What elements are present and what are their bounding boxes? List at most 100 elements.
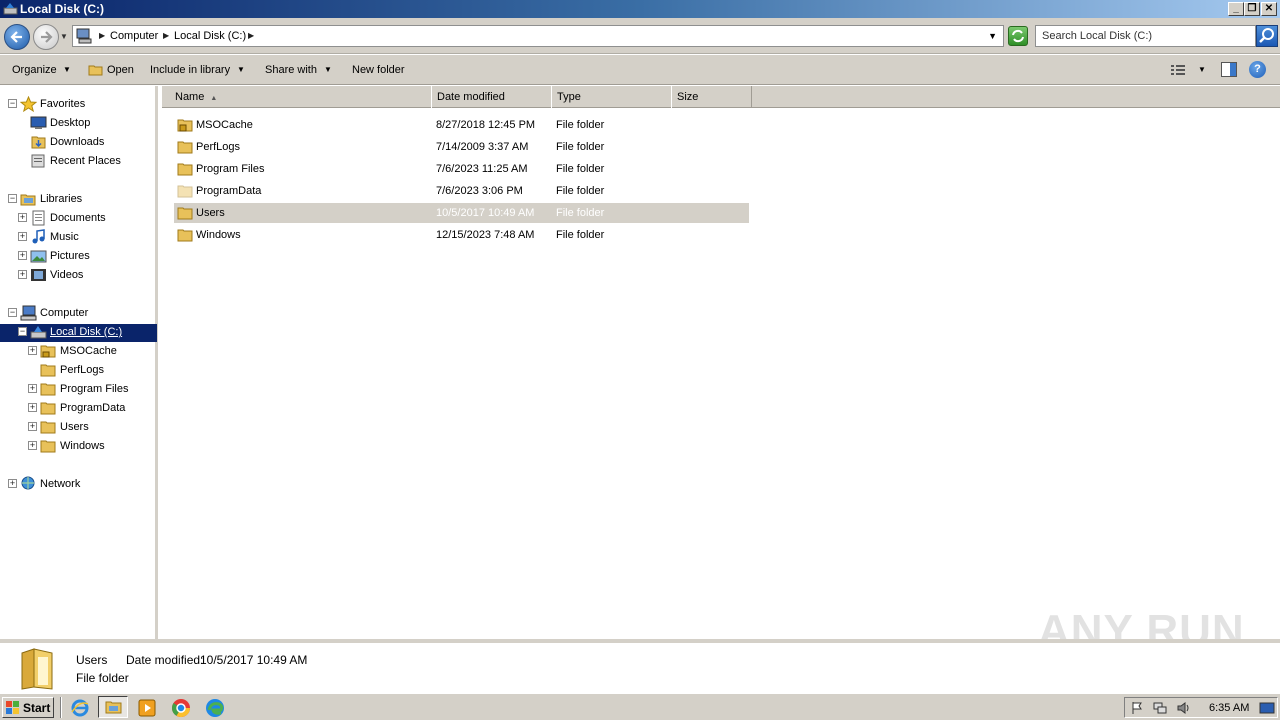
address-field[interactable]: ▶ Computer ▶ Local Disk (C:) ▶ ▼ bbox=[72, 25, 1004, 47]
chevron-down-icon[interactable]: ▼ bbox=[237, 65, 245, 74]
start-button[interactable]: Start bbox=[2, 697, 54, 718]
nav-videos[interactable]: + Videos bbox=[0, 267, 155, 285]
crumb-arrow-icon[interactable]: ▶ bbox=[248, 31, 254, 40]
column-header-size[interactable]: Size bbox=[671, 86, 752, 108]
collapse-icon[interactable]: − bbox=[8, 99, 17, 108]
breadcrumb-local-disk[interactable]: Local Disk (C:) bbox=[174, 30, 246, 42]
chrome-icon[interactable] bbox=[171, 698, 191, 718]
nav-folder-program-files[interactable]: + Program Files bbox=[0, 381, 155, 399]
nav-local-disk[interactable]: − Local Disk (C:) bbox=[0, 324, 157, 342]
collapse-icon[interactable]: − bbox=[18, 327, 27, 336]
taskbar: Start 6:35 AM bbox=[0, 693, 1280, 720]
file-type: File folder bbox=[556, 163, 605, 175]
chevron-down-icon[interactable]: ▼ bbox=[63, 65, 71, 74]
column-header-name[interactable]: Name ▲ bbox=[161, 86, 432, 108]
star-icon bbox=[20, 96, 37, 112]
minimize-button[interactable]: _ bbox=[1228, 2, 1244, 16]
expand-icon[interactable]: + bbox=[28, 384, 37, 393]
collapse-icon[interactable]: − bbox=[8, 194, 17, 203]
clock[interactable]: 6:35 AM bbox=[1209, 702, 1249, 714]
organize-button[interactable]: Organize bbox=[12, 64, 57, 76]
breadcrumb-computer[interactable]: Computer bbox=[110, 30, 158, 42]
file-row-selected[interactable]: Users 10/5/2017 10:49 AM File folder bbox=[174, 203, 749, 223]
new-folder-button[interactable]: New folder bbox=[352, 64, 405, 76]
view-options-icon[interactable] bbox=[1170, 63, 1186, 77]
nav-libraries[interactable]: − Libraries bbox=[0, 191, 155, 209]
close-button[interactable]: ✕ bbox=[1261, 2, 1277, 16]
file-row[interactable]: MSOCache 8/27/2018 12:45 PM File folder bbox=[174, 115, 749, 135]
expand-icon[interactable]: + bbox=[28, 422, 37, 431]
nav-pictures[interactable]: + Pictures bbox=[0, 248, 155, 266]
expand-icon[interactable]: + bbox=[28, 441, 37, 450]
network-tray-icon[interactable] bbox=[1153, 701, 1167, 715]
folder-icon bbox=[21, 648, 53, 690]
restore-button[interactable]: ❐ bbox=[1244, 2, 1260, 16]
chevron-down-icon[interactable]: ▼ bbox=[1198, 65, 1206, 74]
search-button[interactable] bbox=[1256, 25, 1278, 47]
include-in-library-button[interactable]: Include in library bbox=[150, 64, 230, 76]
file-type: File folder bbox=[556, 185, 605, 197]
file-name: Program Files bbox=[196, 163, 265, 175]
file-row[interactable]: Program Files 7/6/2023 11:25 AM File fol… bbox=[174, 159, 749, 179]
details-type: File folder bbox=[76, 671, 129, 685]
preview-pane-icon[interactable] bbox=[1221, 62, 1237, 77]
forward-arrow-icon bbox=[41, 31, 53, 43]
nav-label: PerfLogs bbox=[60, 364, 105, 376]
help-icon[interactable]: ? bbox=[1249, 61, 1266, 78]
crumb-arrow-icon[interactable]: ▶ bbox=[163, 31, 169, 40]
file-date: 12/15/2023 7:48 AM bbox=[436, 229, 535, 241]
nav-folder-users[interactable]: + Users bbox=[0, 419, 155, 437]
nav-desktop[interactable]: Desktop bbox=[0, 115, 155, 133]
folder-icon bbox=[177, 141, 193, 154]
open-button[interactable]: Open bbox=[107, 64, 134, 76]
expand-icon[interactable]: + bbox=[18, 232, 27, 241]
expand-icon[interactable]: + bbox=[8, 479, 17, 488]
file-row[interactable]: ProgramData 7/6/2023 3:06 PM File folder bbox=[174, 181, 749, 201]
media-player-icon[interactable] bbox=[137, 698, 157, 718]
expand-icon[interactable]: + bbox=[28, 346, 37, 355]
edge-icon[interactable] bbox=[205, 698, 225, 718]
expand-icon[interactable]: + bbox=[28, 403, 37, 412]
search-input[interactable]: Search Local Disk (C:) bbox=[1035, 25, 1256, 47]
nav-documents[interactable]: + Documents bbox=[0, 210, 155, 228]
expand-icon[interactable]: + bbox=[18, 251, 27, 260]
column-header-date-modified[interactable]: Date modified bbox=[431, 86, 552, 108]
back-button[interactable] bbox=[4, 24, 30, 50]
expand-icon[interactable]: + bbox=[18, 213, 27, 222]
crumb-arrow-icon[interactable]: ▶ bbox=[99, 31, 105, 40]
downloads-icon bbox=[31, 136, 46, 149]
nav-music[interactable]: + Music bbox=[0, 229, 155, 247]
internet-explorer-icon[interactable] bbox=[70, 698, 90, 718]
file-name: PerfLogs bbox=[196, 141, 241, 153]
expand-icon[interactable]: + bbox=[18, 270, 27, 279]
file-row[interactable]: Windows 12/15/2023 7:48 AM File folder bbox=[174, 225, 749, 245]
nav-folder-programdata[interactable]: + ProgramData bbox=[0, 400, 155, 418]
address-dropdown-icon[interactable]: ▼ bbox=[988, 31, 997, 41]
nav-folder-perflogs[interactable]: PerfLogs bbox=[0, 362, 155, 380]
nav-network[interactable]: + Network bbox=[0, 476, 155, 494]
recent-pages-dropdown-icon[interactable]: ▼ bbox=[60, 32, 68, 41]
share-with-button[interactable]: Share with bbox=[265, 64, 317, 76]
action-center-flag-icon[interactable] bbox=[1130, 701, 1144, 715]
file-row[interactable]: PerfLogs 7/14/2009 3:37 AM File folder bbox=[174, 137, 749, 157]
chevron-down-icon[interactable]: ▼ bbox=[324, 65, 332, 74]
refresh-button[interactable] bbox=[1008, 26, 1028, 46]
nav-label: Local Disk (C:) bbox=[50, 326, 123, 338]
nav-favorites[interactable]: − Favorites bbox=[0, 96, 155, 114]
nav-folder-windows[interactable]: + Windows bbox=[0, 438, 155, 456]
computer-icon bbox=[20, 305, 37, 321]
nav-recent-places[interactable]: Recent Places bbox=[0, 153, 155, 171]
sort-ascending-icon: ▲ bbox=[210, 95, 218, 102]
explorer-taskbar-button[interactable] bbox=[98, 696, 128, 718]
nav-downloads[interactable]: Downloads bbox=[0, 134, 155, 152]
volume-icon[interactable] bbox=[1177, 701, 1191, 715]
nav-computer[interactable]: − Computer bbox=[0, 305, 155, 323]
nav-folder-msocache[interactable]: + MSOCache bbox=[0, 343, 155, 361]
drive-icon bbox=[3, 3, 18, 15]
collapse-icon[interactable]: − bbox=[8, 308, 17, 317]
forward-button[interactable] bbox=[33, 24, 59, 50]
show-desktop-icon[interactable] bbox=[1259, 701, 1275, 715]
column-header-type[interactable]: Type bbox=[551, 86, 672, 108]
details-pane: Users Date modified: 10/5/2017 10:49 AM … bbox=[0, 639, 1280, 693]
file-list: Name ▲ Date modified Type Size MSOCache 8… bbox=[161, 86, 1280, 639]
